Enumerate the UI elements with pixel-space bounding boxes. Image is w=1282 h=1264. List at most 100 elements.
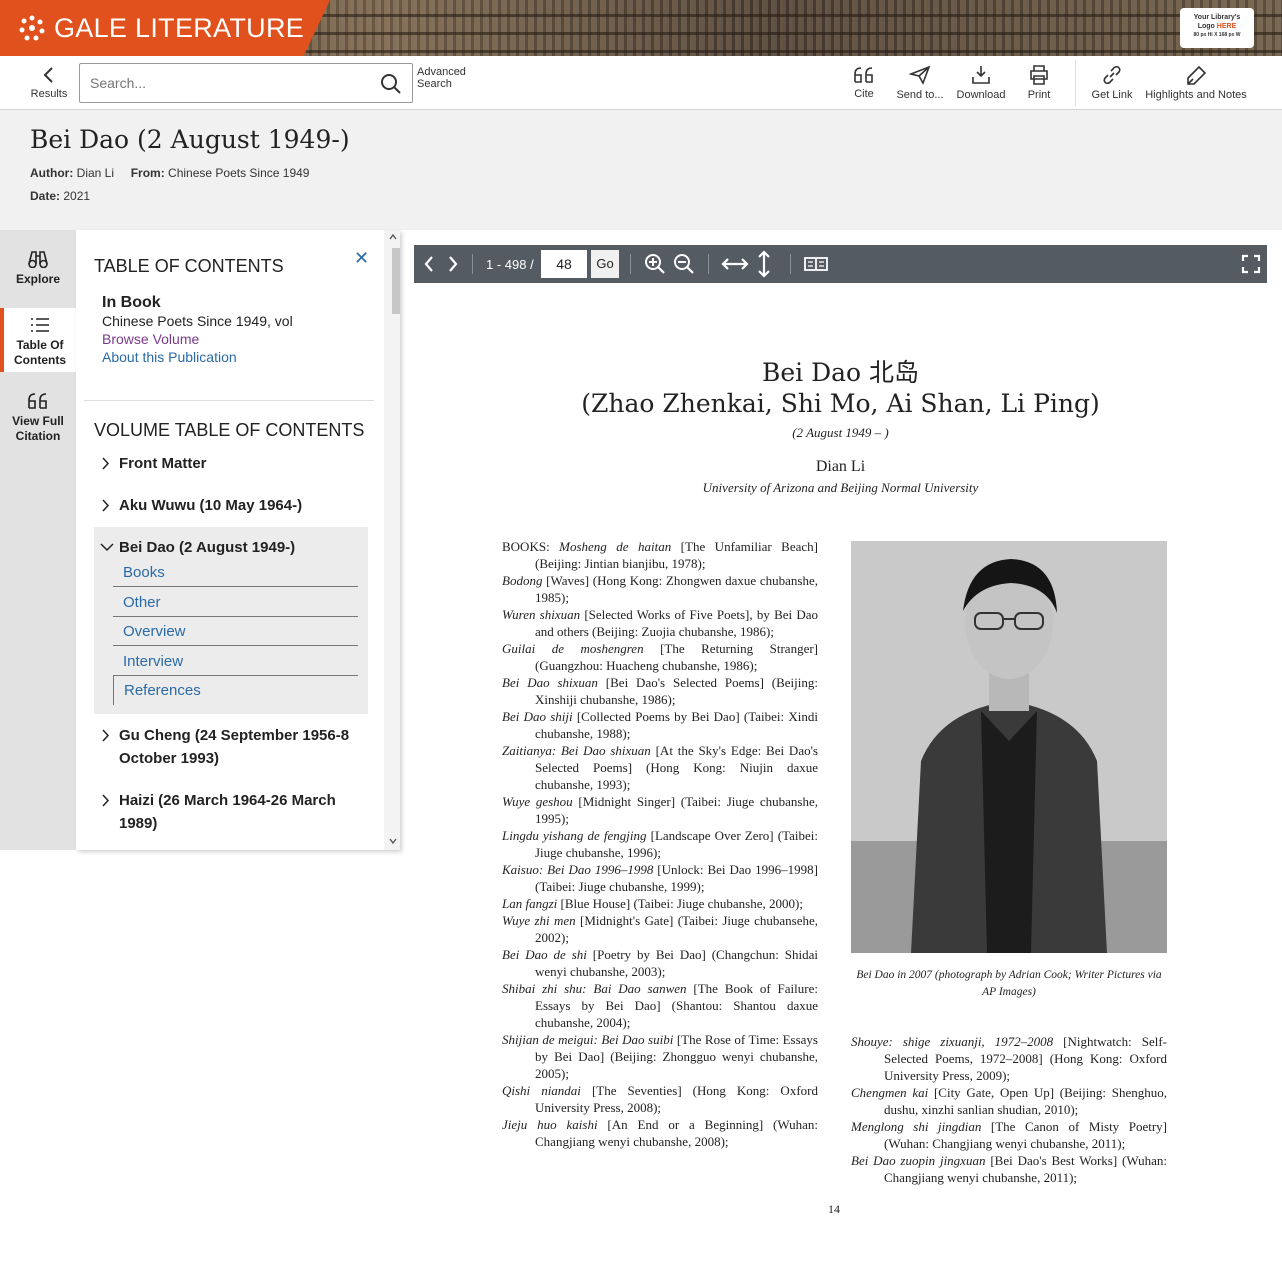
toolbar-divider bbox=[1075, 60, 1076, 106]
scroll-down-icon[interactable] bbox=[388, 836, 398, 846]
document-date-row: Date: 2021 bbox=[30, 189, 91, 203]
photo-caption: Bei Dao in 2007 (photograph by Adrian Co… bbox=[856, 969, 1162, 998]
book-entry: Chengmen kai [City Gate, Open Up] (Beiji… bbox=[851, 1085, 1167, 1117]
toc-sub-references[interactable]: References bbox=[113, 676, 358, 705]
table-of-contents-button[interactable]: Table Of Contents bbox=[0, 308, 76, 372]
document-header: Bei Dao (2 August 1949-) Author: Dian Li… bbox=[0, 110, 1282, 230]
books-list-left: BOOKS: Mosheng de haitan [The Unfamiliar… bbox=[502, 538, 818, 1150]
toc-entry-gu-cheng[interactable]: Gu Cheng (24 September 1956-8 October 19… bbox=[100, 724, 360, 770]
download-icon bbox=[972, 66, 990, 84]
send-to-button[interactable]: Send to... bbox=[893, 56, 947, 110]
page-dates: (2 August 1949 – ) bbox=[792, 425, 889, 440]
toc-scrollbar[interactable] bbox=[384, 230, 400, 850]
book-entry: Lingdu yishang de fengjing [Landscape Ov… bbox=[502, 828, 818, 860]
book-entry: Wuye zhi men [Midnight's Gate] (Taibei: … bbox=[502, 913, 819, 945]
gale-logo[interactable]: GALE LITERATURE bbox=[0, 0, 330, 56]
viewer-toolbar: 1 - 498 / 48 Go bbox=[414, 245, 1267, 283]
toc-sub-other[interactable]: Other bbox=[113, 588, 358, 617]
book-entry: Zaitianya: Bei Dao shixuan [At the Sky's… bbox=[502, 743, 818, 792]
browse-volume-link[interactable]: Browse Volume bbox=[102, 330, 293, 348]
brand-name: GALE LITERATURE bbox=[54, 12, 305, 43]
toc-entry-haizi[interactable]: Haizi (26 March 1964-26 March 1989) bbox=[100, 789, 360, 835]
from-value: Chinese Poets Since 1949 bbox=[168, 166, 310, 180]
scroll-thumb[interactable] bbox=[392, 248, 400, 314]
fullscreen-icon bbox=[1241, 254, 1261, 274]
two-page-view-button[interactable] bbox=[803, 245, 829, 283]
book-view-icon bbox=[804, 257, 828, 271]
author-photo bbox=[851, 541, 1167, 953]
book-entry: Bodong [Waves] (Hong Kong: Zhongwen daxu… bbox=[502, 573, 818, 605]
book-entry: Bei Dao shixuan [Bei Dao's Selected Poem… bbox=[502, 675, 819, 707]
download-button[interactable]: Download bbox=[954, 56, 1008, 110]
chevron-right-icon bbox=[102, 457, 110, 470]
zoom-out-button[interactable] bbox=[673, 245, 695, 283]
fit-width-icon bbox=[721, 258, 749, 270]
print-button[interactable]: Print bbox=[1020, 56, 1058, 110]
next-page-button[interactable] bbox=[446, 245, 460, 283]
header-banner: GALE LITERATURE Your Library's Logo HERE… bbox=[0, 0, 1282, 56]
author-value: Dian Li bbox=[76, 166, 115, 180]
fullscreen-button[interactable] bbox=[1241, 245, 1261, 283]
library-logo: Your Library's Logo HERE 80 px Hi X 168 … bbox=[1180, 8, 1254, 48]
toc-sub-overview[interactable]: Overview bbox=[113, 617, 358, 646]
binoculars-icon bbox=[28, 251, 48, 268]
print-icon bbox=[1030, 65, 1048, 85]
volume-toc-heading: VOLUME TABLE OF CONTENTS bbox=[94, 420, 365, 440]
chevron-right-icon bbox=[102, 794, 110, 807]
book-entry: Jieju huo kaishi [An End or a Beginning]… bbox=[502, 1117, 818, 1149]
book-entry: Shijian de meigui: Bei Dao suibi [The Ro… bbox=[502, 1032, 818, 1081]
fit-width-button[interactable] bbox=[721, 245, 749, 283]
expanded-section: Bei Dao (2 August 1949-) Books Other Ove… bbox=[94, 527, 368, 714]
search-icon[interactable] bbox=[380, 73, 402, 95]
page-number: 14 bbox=[828, 1202, 840, 1216]
book-entry: Bei Dao zuopin jingxuan [Bei Dao's Best … bbox=[851, 1153, 1167, 1185]
about-publication-link[interactable]: About this Publication bbox=[102, 348, 293, 366]
search-input[interactable] bbox=[80, 75, 370, 91]
close-icon[interactable]: ✕ bbox=[354, 248, 369, 269]
book-entry: BOOKS: Mosheng de haitan [The Unfamiliar… bbox=[502, 539, 818, 571]
book-entry: Kaisuo: Bei Dao 1996–1998 [Unlock: Bei D… bbox=[502, 862, 818, 894]
page-range: 1 - 498 / bbox=[486, 256, 534, 272]
zoom-in-button[interactable] bbox=[644, 245, 666, 283]
toc-sub-books[interactable]: Books bbox=[113, 558, 358, 587]
cite-button[interactable]: Cite bbox=[846, 56, 882, 110]
quote-icon bbox=[854, 67, 873, 83]
fit-height-button[interactable] bbox=[756, 245, 772, 283]
toc-entry-aku-wuwu[interactable]: Aku Wuwu (10 May 1964-) bbox=[100, 494, 360, 517]
book-entry: Bei Dao shiji [Collected Poems by Bei Da… bbox=[502, 709, 818, 741]
chevron-down-icon bbox=[100, 543, 114, 552]
toc-entry-bei-dao[interactable]: Bei Dao (2 August 1949-) bbox=[100, 536, 360, 559]
book-entry: Menglong shi jingdian [The Canon of Mist… bbox=[851, 1119, 1168, 1151]
in-book-section: In Book Chinese Poets Since 1949, vol Br… bbox=[102, 294, 293, 366]
advanced-search-link[interactable]: Advanced Search bbox=[417, 66, 466, 90]
gale-star-icon bbox=[19, 15, 45, 41]
page-number-input[interactable]: 48 bbox=[541, 250, 587, 278]
results-button[interactable]: Results bbox=[26, 56, 72, 110]
page-heading: Bei Dao 北岛 bbox=[761, 358, 920, 387]
in-book-label: In Book bbox=[102, 294, 161, 311]
highlighter-icon bbox=[1187, 65, 1207, 85]
toc-entry-front-matter[interactable]: Front Matter bbox=[100, 452, 360, 475]
prev-page-button[interactable] bbox=[422, 245, 436, 283]
explore-button[interactable]: Explore bbox=[0, 250, 76, 287]
book-entry: Wuye geshou [Midnight Singer] (Taibei: J… bbox=[502, 794, 818, 826]
toc-heading: TABLE OF CONTENTS bbox=[94, 256, 284, 276]
toc-divider bbox=[84, 400, 374, 401]
left-icon-rail: Explore Table Of Contents View Full Cita… bbox=[0, 230, 76, 850]
viewer-separator bbox=[472, 254, 473, 274]
viewer-separator bbox=[708, 254, 709, 274]
highlights-notes-button[interactable]: Highlights and Notes bbox=[1144, 56, 1248, 110]
book-entry: Wuren shixuan [Selected Works of Five Po… bbox=[502, 607, 818, 639]
viewer-separator bbox=[790, 254, 791, 274]
get-link-button[interactable]: Get Link bbox=[1089, 56, 1135, 110]
chevron-left-icon bbox=[424, 256, 433, 272]
chevron-right-icon bbox=[102, 499, 110, 512]
books-list-right: Shouye: shige zixuanji, 1972–2008 [Night… bbox=[851, 1033, 1167, 1186]
view-full-citation-button[interactable]: View Full Citation bbox=[0, 392, 76, 444]
toc-sub-interview[interactable]: Interview bbox=[113, 647, 358, 676]
zoom-in-icon bbox=[645, 254, 665, 274]
scroll-up-icon[interactable] bbox=[388, 232, 398, 242]
send-icon bbox=[909, 65, 931, 85]
go-button[interactable]: Go bbox=[591, 250, 619, 278]
page-title: Bei Dao (2 August 1949-) bbox=[30, 125, 350, 154]
